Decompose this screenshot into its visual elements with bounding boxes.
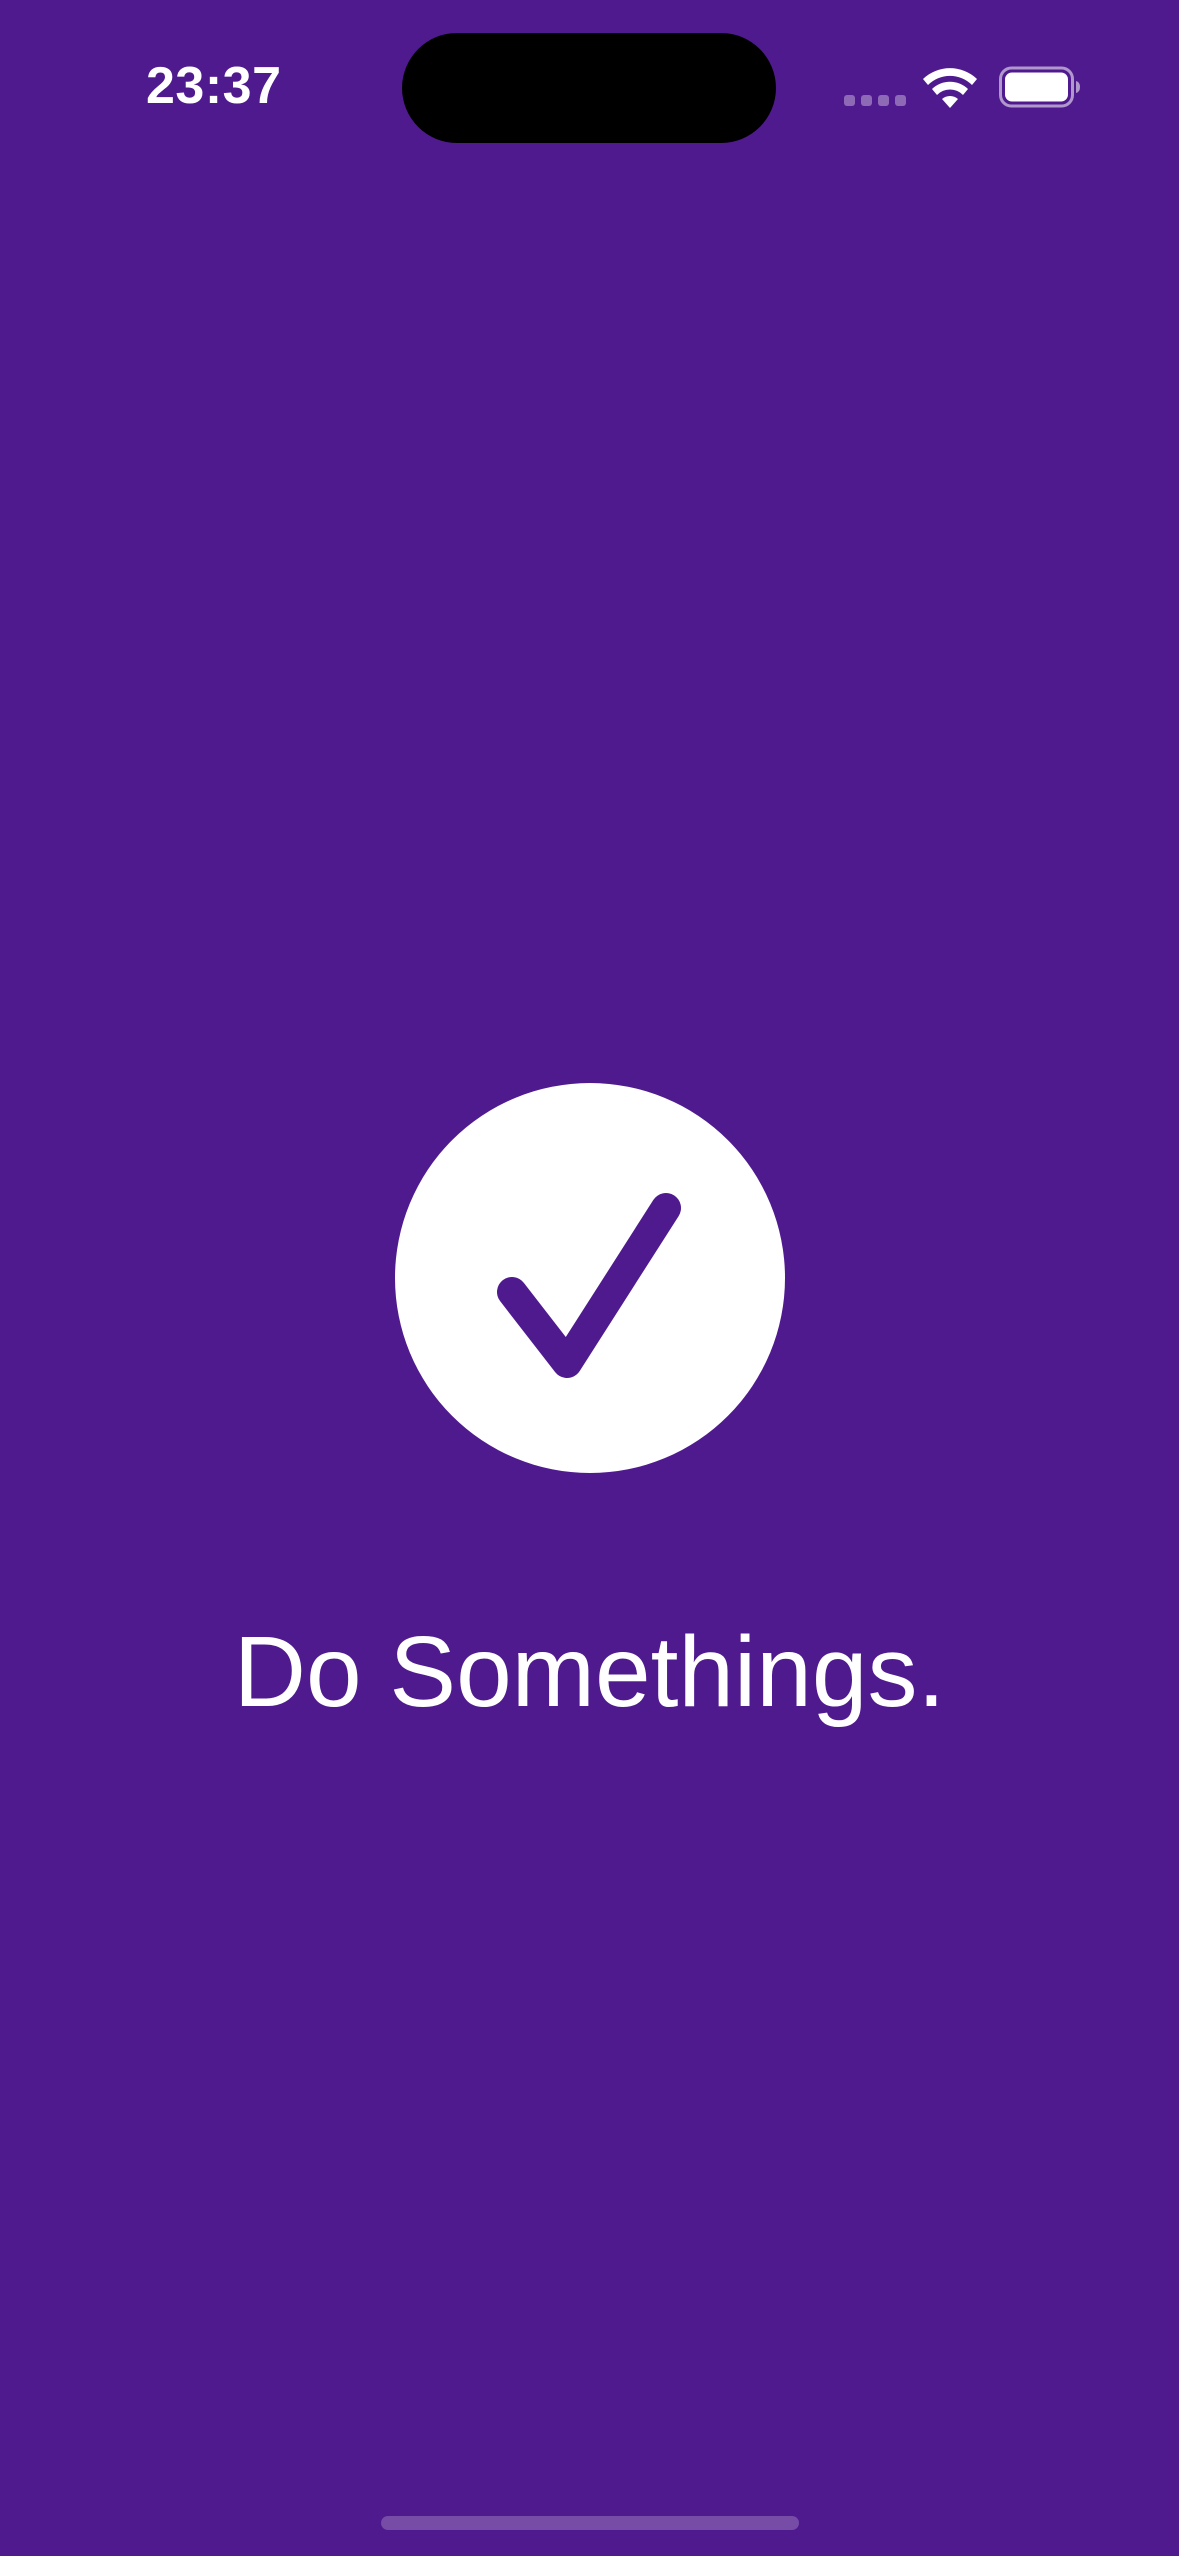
wifi-icon [923,68,977,108]
dynamic-island [402,33,776,143]
cellular-signal-icon [844,95,906,109]
headline: Do Somethings. [233,1616,946,1728]
status-bar: 23:37 [0,0,1179,170]
checkmark-icon [497,1193,681,1378]
home-indicator[interactable] [381,2516,799,2530]
checkmark-circle-icon [395,1083,785,1473]
status-time: 23:37 [146,57,282,115]
app-screen: 23:37 Do Somethings. [0,0,1179,2556]
battery-icon [999,66,1080,108]
